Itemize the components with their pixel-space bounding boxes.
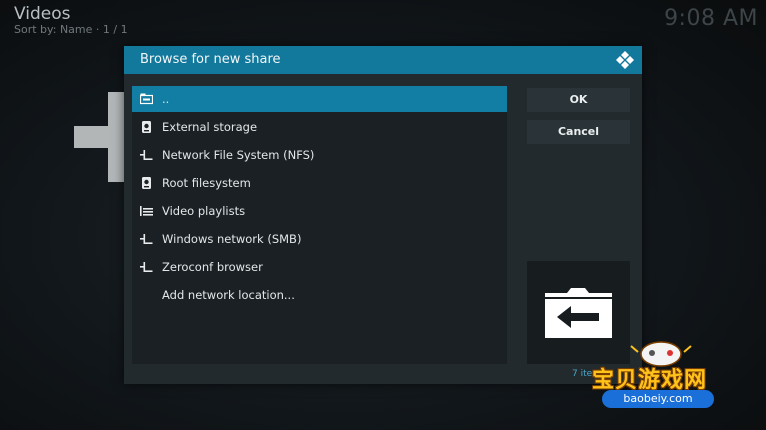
network-icon — [140, 234, 153, 244]
clock: 9:08 AM — [664, 6, 758, 31]
page-title: Videos — [14, 4, 71, 24]
browse-dialog: Browse for new share .. External storage — [124, 46, 642, 384]
list-item-root-filesystem[interactable]: Root filesystem — [132, 170, 507, 196]
list-item-label: Zeroconf browser — [162, 260, 263, 274]
list-item-zeroconf[interactable]: Zeroconf browser — [132, 254, 507, 280]
list-item-label: Video playlists — [162, 204, 246, 218]
cancel-button[interactable]: Cancel — [527, 120, 630, 144]
file-list: .. External storage Network File System … — [132, 86, 507, 364]
list-item-label: Root filesystem — [162, 176, 251, 190]
list-item-label: Network File System (NFS) — [162, 148, 315, 162]
list-item-external-storage[interactable]: External storage — [132, 114, 507, 140]
dialog-header: Browse for new share — [124, 46, 642, 74]
network-icon — [140, 262, 153, 272]
dialog-title: Browse for new share — [140, 52, 281, 67]
playlist-icon — [140, 206, 153, 216]
watermark: 宝贝游戏网 baobeiy.com — [586, 334, 736, 414]
list-item-smb[interactable]: Windows network (SMB) — [132, 226, 507, 252]
sort-info: Sort by: Name · 1 / 1 — [14, 23, 128, 36]
network-icon — [140, 150, 153, 160]
list-item-label: External storage — [162, 120, 258, 134]
hard-disk-icon — [142, 177, 151, 189]
watermark-url: baobeiy.com — [602, 390, 714, 408]
list-item-label: .. — [162, 92, 170, 106]
list-item-parent[interactable]: .. — [132, 86, 507, 112]
list-item-video-playlists[interactable]: Video playlists — [132, 198, 507, 224]
list-item-label: Windows network (SMB) — [162, 232, 302, 246]
ok-button[interactable]: OK — [527, 88, 630, 112]
kodi-logo-icon — [616, 51, 634, 69]
list-item-label: Add network location... — [162, 288, 295, 302]
hard-disk-icon — [142, 121, 151, 133]
list-item-add-network-location[interactable]: Add network location... — [132, 282, 507, 308]
folder-drive-icon — [140, 93, 153, 105]
list-item-nfs[interactable]: Network File System (NFS) — [132, 142, 507, 168]
